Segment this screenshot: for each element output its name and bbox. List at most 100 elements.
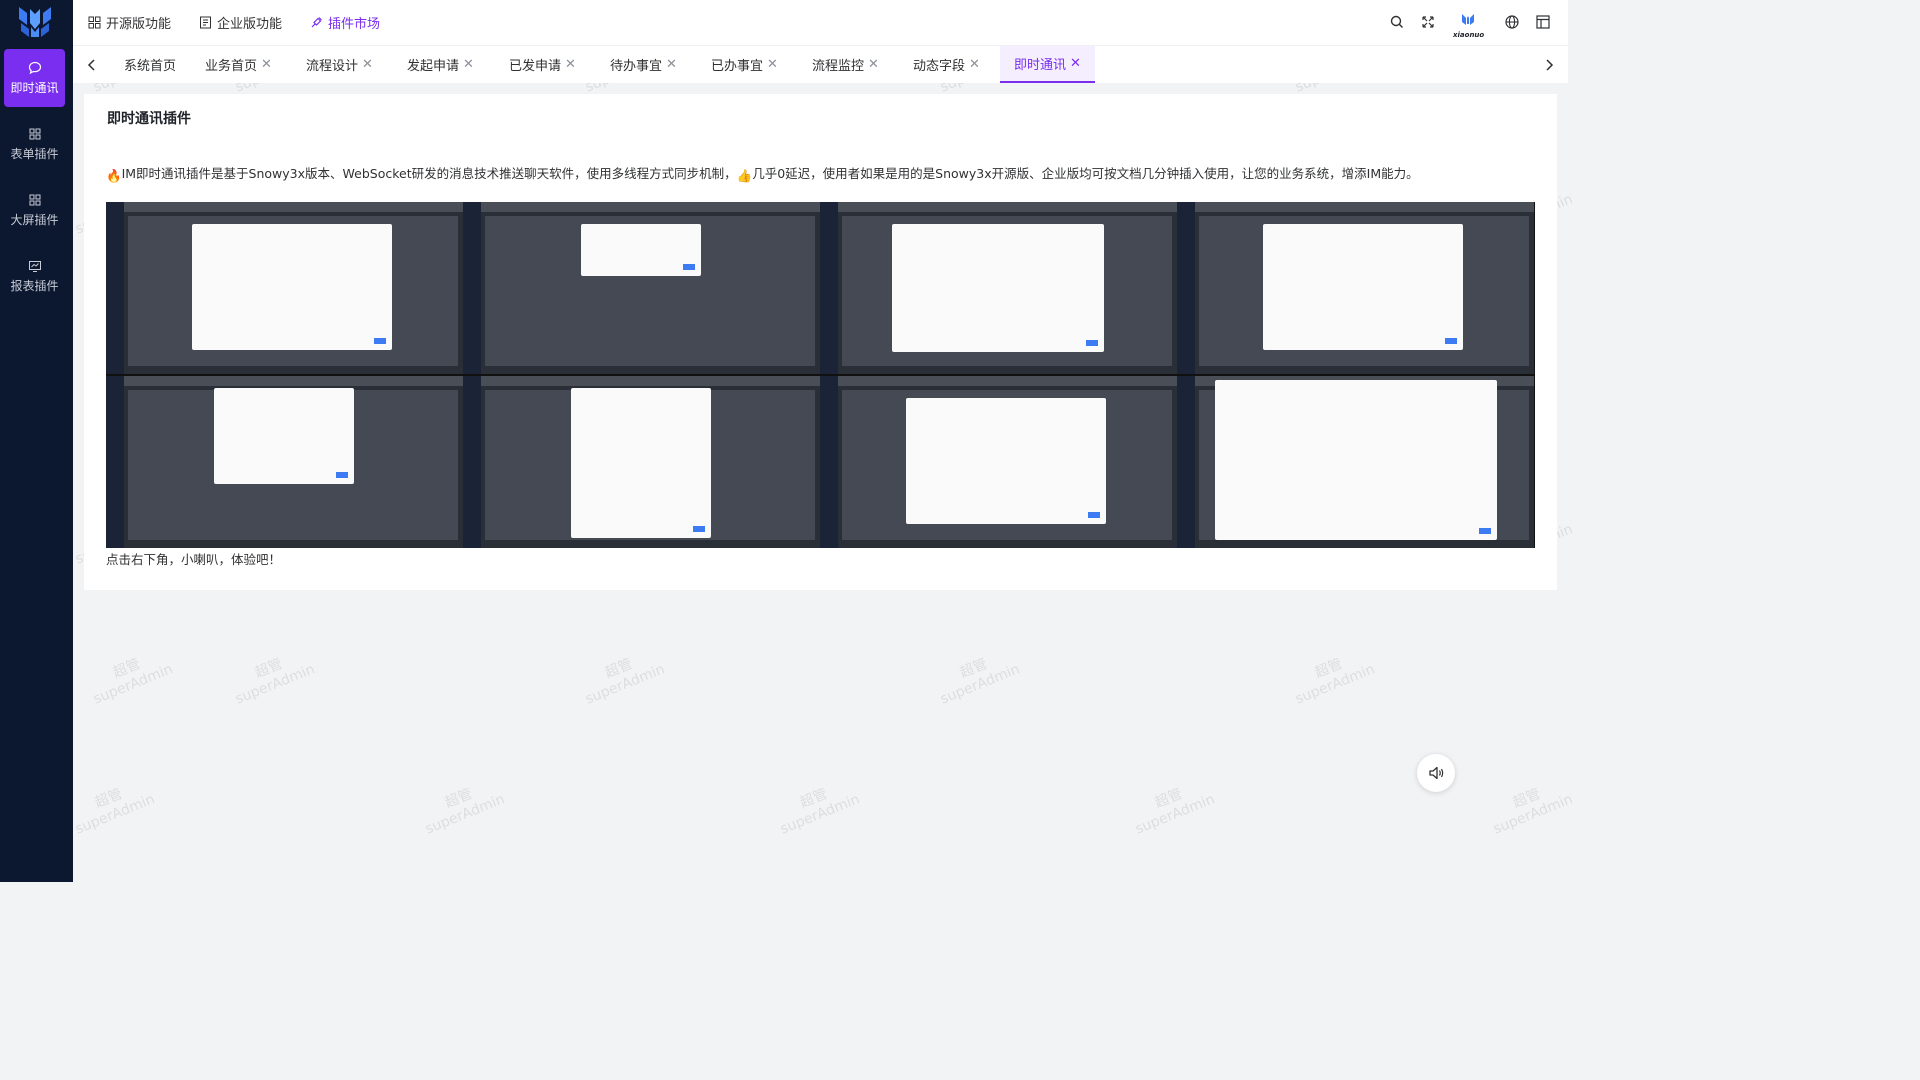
tab-item[interactable]: 动态字段 ✕ [913, 46, 980, 83]
thumb-sidebar [820, 202, 838, 374]
menu-label: 开源版功能 [106, 17, 172, 32]
watermark-cn: 超管 [1312, 655, 1345, 682]
tab-item[interactable]: 系统首页 [124, 46, 176, 83]
watermark: 超管superAdmin [932, 645, 1023, 708]
thumb-sidebar [106, 376, 124, 548]
thumb-header [481, 202, 820, 212]
gallery-thumbnail[interactable] [463, 202, 820, 374]
watermark-en: superAdmin [583, 661, 667, 708]
description-text-1: IM即时通讯插件是基于Snowy3x版本、WebSocket研发的消息技术推送聊… [121, 166, 737, 181]
tab-item[interactable]: 待办事宜 ✕ [610, 46, 677, 83]
tab-label: 流程设计 [306, 59, 359, 74]
thumb-dialog-button [1086, 340, 1098, 346]
tab-close-icon[interactable]: ✕ [261, 57, 272, 72]
chevron-left-icon[interactable] [84, 56, 100, 74]
tab-close-icon[interactable]: ✕ [1070, 56, 1081, 71]
watermark: 超管superAdmin [1127, 775, 1218, 838]
sidebar-item-label: 表单插件 [10, 147, 59, 161]
logo-icon[interactable] [17, 5, 53, 39]
menu-open-source[interactable]: 开源版功能 [88, 0, 171, 45]
speaker-button[interactable] [1417, 754, 1455, 792]
thumb-header [838, 376, 1177, 386]
sidebar-item-label: 报表插件 [10, 279, 59, 293]
tab-item[interactable]: 已办事宜 ✕ [711, 46, 778, 83]
gallery-thumbnail[interactable] [1177, 376, 1534, 548]
tab-close-icon[interactable]: ✕ [463, 57, 474, 72]
menu-enterprise[interactable]: 企业版功能 [199, 0, 282, 45]
thumb-header [481, 376, 820, 386]
thumb-dialog [214, 388, 354, 484]
tab-label: 即时通讯 [1014, 58, 1067, 73]
brand-text: xiaonuo [1453, 31, 1485, 39]
thumb-dialog-button [1479, 528, 1491, 534]
brand-logo: xiaonuo [1453, 12, 1484, 39]
tab-item[interactable]: 流程监控 ✕ [812, 46, 879, 83]
tab-close-icon[interactable]: ✕ [666, 57, 677, 72]
sidebar-item-im[interactable]: 即时通讯 [4, 49, 65, 107]
thumb-dialog [892, 224, 1104, 352]
sidebar-item-form-plugin[interactable]: 表单插件 [4, 115, 65, 173]
thumb-sidebar [463, 202, 481, 374]
tab-item[interactable]: 流程设计 ✕ [306, 46, 373, 83]
thumb-sidebar [463, 376, 481, 548]
menu-plugin-market[interactable]: 插件市场 [310, 0, 380, 45]
tab-close-icon[interactable]: ✕ [362, 57, 373, 72]
thumb-dialog-button [1445, 338, 1457, 344]
thumb-dialog-button [693, 526, 705, 532]
watermark-cn: 超管 [602, 655, 635, 682]
gallery-thumbnail[interactable] [463, 376, 820, 548]
fullscreen-icon[interactable] [1420, 14, 1436, 30]
sidebar-item-report-plugin[interactable]: 报表插件 [4, 247, 65, 305]
speaker-icon [1429, 766, 1444, 780]
tab-item[interactable]: 发起申请 ✕ [407, 46, 474, 83]
tab-label: 系统首页 [124, 59, 177, 74]
tabs-bar: 系统首页 业务首页 ✕ 流程设计 ✕ 发起申请 ✕ 已发申请 ✕ 待办事宜 ✕ 已办事宜 ✕ 流程监控 ✕ 动… [73, 45, 1568, 83]
tab-label: 动态字段 [913, 59, 966, 74]
chevron-right-icon[interactable] [1541, 56, 1557, 74]
sidebar: 即时通讯 表单插件 大屏插件 报表插件 [0, 0, 73, 882]
thumb-sidebar [1177, 376, 1195, 548]
gallery-thumbnail[interactable] [106, 376, 463, 548]
watermark: 超管superAdmin [417, 775, 508, 838]
watermark-en: superAdmin [1491, 791, 1575, 838]
brand-mark-icon [1462, 14, 1474, 25]
watermark-cn: 超管 [92, 785, 125, 812]
tab-label: 发起申请 [407, 59, 460, 74]
tab-item[interactable]: 即时通讯 ✕ [1000, 46, 1095, 83]
gallery-thumbnail[interactable] [1177, 202, 1534, 374]
sidebar-item-screen-plugin[interactable]: 大屏插件 [4, 181, 65, 239]
document-icon [200, 16, 211, 29]
thumb-dialog-button [336, 472, 348, 478]
tab-item[interactable]: 已发申请 ✕ [509, 46, 576, 83]
gallery-thumbnail[interactable] [106, 202, 463, 374]
tab-close-icon[interactable]: ✕ [565, 57, 576, 72]
page-title: 即时通讯插件 [107, 111, 191, 127]
thumb-dialog [192, 224, 392, 350]
watermark-cn: 超管 [1152, 785, 1185, 812]
thumb-header [124, 376, 463, 386]
gallery-thumbnail[interactable] [820, 376, 1177, 548]
watermark-cn: 超管 [1510, 785, 1543, 812]
watermark-cn: 超管 [252, 655, 285, 682]
tab-item[interactable]: 业务首页 ✕ [205, 46, 272, 83]
thumb-sidebar [106, 202, 124, 374]
gallery-thumbnail[interactable] [820, 202, 1177, 374]
watermark-en: superAdmin [91, 661, 175, 708]
watermark-en: superAdmin [233, 661, 317, 708]
tab-close-icon[interactable]: ✕ [969, 57, 980, 72]
thumb-dialog [1215, 380, 1497, 540]
thumb-header [1195, 202, 1534, 212]
tab-close-icon[interactable]: ✕ [868, 57, 879, 72]
search-icon[interactable] [1389, 14, 1405, 30]
globe-icon[interactable] [1504, 14, 1520, 30]
watermark-en: superAdmin [938, 661, 1022, 708]
watermark-en: superAdmin [73, 791, 157, 838]
thumb-dialog-button [374, 338, 386, 344]
form-grid-icon [29, 128, 40, 140]
tab-close-icon[interactable]: ✕ [767, 57, 778, 72]
layout-panel-icon[interactable] [1535, 14, 1551, 30]
watermark: 超管superAdmin [1485, 775, 1576, 838]
menu-label: 插件市场 [328, 17, 381, 32]
watermark-en: superAdmin [1133, 791, 1217, 838]
thumb-dialog [1263, 224, 1463, 350]
